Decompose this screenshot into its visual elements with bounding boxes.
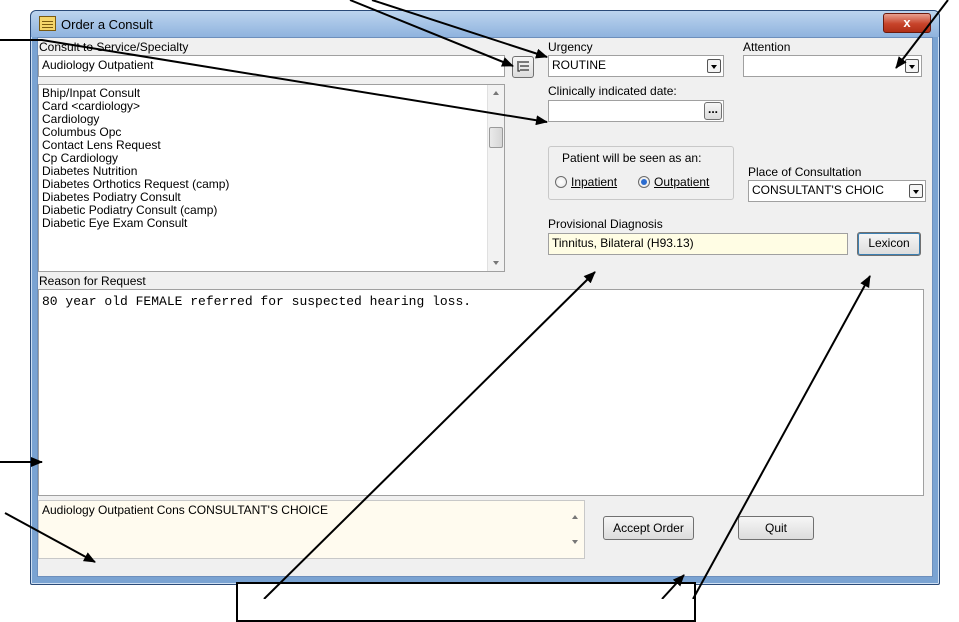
annotation-arrows bbox=[0, 0, 949, 599]
annotation-arrow bbox=[692, 275, 871, 599]
annotation-arrow bbox=[349, 0, 514, 67]
annotation-arrow bbox=[661, 574, 685, 599]
annotation-arrow bbox=[895, 0, 949, 69]
annotation-arrow bbox=[263, 271, 596, 599]
annotation-arrow bbox=[0, 39, 548, 126]
annotation-arrow bbox=[4, 512, 96, 563]
annotation-arrow bbox=[371, 0, 548, 59]
